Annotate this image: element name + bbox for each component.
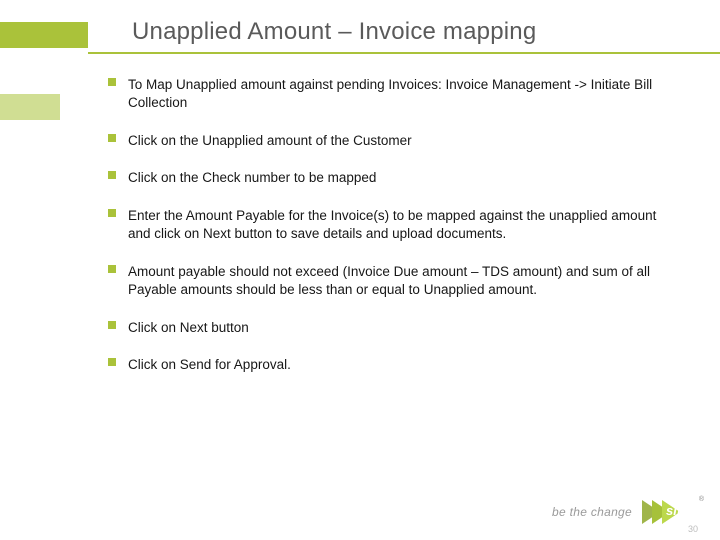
slide: { "title": "Unapplied Amount – Invoice m… (0, 0, 720, 540)
accent-bar-secondary (0, 94, 60, 120)
list-item: Enter the Amount Payable for the Invoice… (108, 207, 680, 243)
footer: be the change sify ® (552, 494, 702, 530)
list-item: Click on the Unapplied amount of the Cus… (108, 132, 680, 150)
accent-bar-primary (0, 22, 88, 48)
bullet-list: To Map Unapplied amount against pending … (108, 76, 680, 374)
title-underline (88, 52, 720, 54)
registered-mark: ® (699, 496, 704, 503)
list-item: Click on Send for Approval. (108, 356, 680, 374)
list-item: Amount payable should not exceed (Invoic… (108, 263, 680, 299)
slide-number: 30 (688, 524, 698, 534)
content-area: To Map Unapplied amount against pending … (108, 76, 680, 394)
list-item: Click on the Check number to be mapped (108, 169, 680, 187)
list-item: Click on Next button (108, 319, 680, 337)
list-item: To Map Unapplied amount against pending … (108, 76, 680, 112)
brand-text: sify (666, 503, 688, 518)
tagline: be the change (552, 505, 632, 519)
page-title: Unapplied Amount – Invoice mapping (132, 18, 536, 46)
title-row: Unapplied Amount – Invoice mapping (0, 18, 720, 58)
